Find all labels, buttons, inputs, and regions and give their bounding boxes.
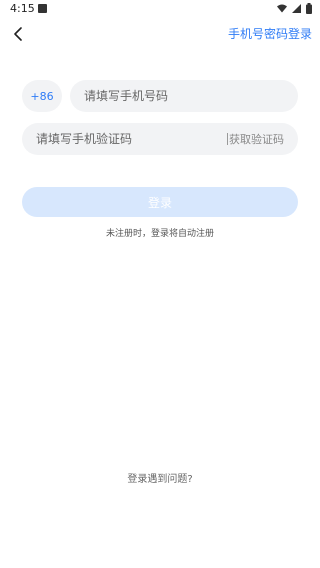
cell-signal-icon [292,4,301,13]
login-help-link[interactable]: 登录遇到问题? [0,470,320,485]
login-button[interactable]: 登录 [22,187,298,217]
divider [227,133,228,145]
wifi-icon [277,4,287,13]
nav-bar: 手机号密码登录 [0,18,320,50]
password-login-link[interactable]: 手机号密码登录 [228,25,312,42]
status-icons [277,3,312,14]
phone-input[interactable] [84,89,298,103]
back-button[interactable] [8,22,28,46]
phone-field[interactable] [70,80,298,112]
get-code-button[interactable]: 获取验证码 [229,131,284,147]
verification-code-field[interactable]: 获取验证码 [22,123,298,155]
battery-icon [306,3,312,14]
phone-row: +86 [22,80,298,112]
chevron-left-icon [14,27,22,41]
verification-code-input[interactable] [36,132,216,146]
country-code-selector[interactable]: +86 [22,80,62,112]
status-bar: 4:15 [0,0,320,18]
auto-register-hint: 未注册时，登录将自动注册 [105,229,214,239]
app-notification-icon [38,4,47,13]
status-time: 4:15 [10,2,35,15]
